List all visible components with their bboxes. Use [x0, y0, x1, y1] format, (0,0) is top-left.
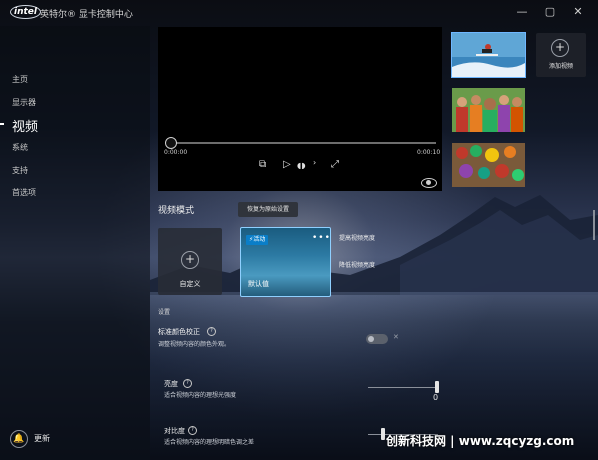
brightness-title: 亮度	[164, 380, 178, 388]
custom-mode-card[interactable]: + 自定义	[158, 228, 222, 295]
brightness-slider-handle[interactable]	[435, 381, 439, 393]
brightness-value: 0	[433, 393, 439, 402]
sidebar-item-preferences[interactable]: 首选项	[12, 187, 36, 198]
custom-mode-label: 自定义	[179, 280, 201, 288]
restore-defaults-button[interactable]: 恢复为原始设置	[238, 202, 298, 217]
play-icon[interactable]: ▷	[283, 159, 291, 170]
thumbnail-surfer[interactable]	[452, 33, 525, 77]
eye-icon[interactable]	[421, 178, 437, 188]
plus-icon: +	[181, 251, 199, 269]
app-title: 英特尔® 显卡控制中心	[40, 10, 133, 20]
total-time: 0:00:10	[417, 149, 441, 156]
update-label[interactable]: 更新	[34, 433, 50, 444]
brightness-slider-track[interactable]	[368, 387, 438, 388]
intel-logo: intel	[10, 5, 41, 19]
contrast-title: 对比度	[164, 427, 185, 435]
help-icon[interactable]: ?	[183, 379, 192, 388]
toggle-off-icon: ✕	[393, 333, 399, 341]
brightness-description: 适合视频内容的理想光强度	[164, 392, 237, 399]
color-correction-description: 调整视频内容的颜色外观。	[158, 341, 231, 348]
contrast-description: 适合视频内容的理想明暗色调之差	[164, 439, 255, 446]
color-correction-title: 标准颜色校正	[158, 328, 200, 336]
sidebar	[0, 26, 150, 460]
frame-icon[interactable]: ⧉	[259, 159, 266, 170]
default-mode-label: 默认值	[248, 280, 269, 288]
sidebar-item-support[interactable]: 支持	[12, 165, 28, 176]
video-mode-heading: 视频模式	[158, 206, 195, 216]
sidebar-item-display[interactable]: 显示器	[12, 97, 36, 108]
next-icon[interactable]: ›	[313, 158, 316, 167]
option-decrease-brightness[interactable]: 降低视频亮度	[339, 260, 375, 269]
expand-icon[interactable]: ⤢	[331, 159, 339, 170]
bell-icon[interactable]: 🔔	[10, 430, 28, 448]
help-icon[interactable]: ?	[188, 426, 197, 435]
settings-heading: 设置	[158, 309, 171, 316]
title-bar: intel 英特尔® 显卡控制中心 — ▢ ✕	[0, 0, 598, 26]
sidebar-item-system[interactable]: 系统	[12, 142, 28, 153]
color-correction-toggle[interactable]	[366, 334, 388, 344]
option-increase-brightness[interactable]: 提高视频亮度	[339, 233, 375, 242]
contrast-slider-handle[interactable]	[381, 428, 385, 440]
watermark: 创新科技网 | www.zqcyzg.com	[386, 434, 575, 448]
seek-track[interactable]	[170, 142, 436, 144]
thumbnail-group-photo[interactable]	[452, 88, 525, 132]
sidebar-item-video[interactable]: 视频	[12, 116, 38, 135]
help-icon[interactable]: ?	[207, 327, 216, 336]
plus-icon: +	[551, 39, 569, 57]
add-video-label: 添加视频	[548, 63, 573, 70]
more-options-icon[interactable]: •••	[312, 233, 331, 243]
close-button[interactable]: ✕	[568, 3, 588, 21]
thumbnail-food-market[interactable]	[452, 143, 525, 187]
active-badge: ⚡活动	[246, 235, 269, 245]
minimize-button[interactable]: —	[512, 3, 532, 21]
active-indicator	[0, 123, 4, 125]
current-time: 0:00:00	[164, 149, 188, 156]
maximize-button[interactable]: ▢	[540, 3, 560, 21]
scrollbar[interactable]	[593, 210, 595, 240]
audio-icon[interactable]: ◖◗	[297, 161, 305, 170]
sidebar-item-home[interactable]: 主页	[12, 74, 28, 85]
seek-handle[interactable]	[165, 137, 177, 149]
